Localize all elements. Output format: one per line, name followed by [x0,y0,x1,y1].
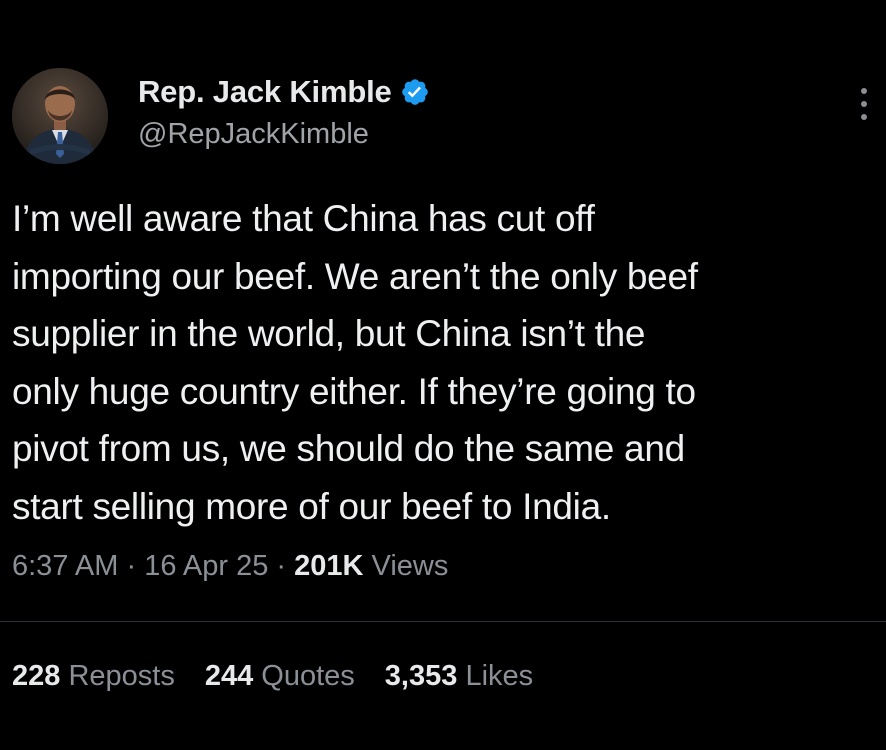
reposts-label: Reposts [68,660,175,692]
name-row: Rep. Jack Kimble [138,72,430,112]
tweet-date[interactable]: 16 Apr 25 [144,550,268,582]
more-options-icon[interactable] [858,88,870,128]
quotes-stat[interactable]: 244 Quotes [205,660,355,693]
tweet-text: I’m well aware that China has cut off im… [12,198,698,527]
meta-separator: · [276,550,287,582]
likes-count: 3,353 [384,660,458,692]
likes-label: Likes [465,660,534,692]
likes-stat[interactable]: 3,353 Likes [385,660,533,693]
quotes-count: 244 [204,660,254,692]
reposts-count: 228 [12,660,61,692]
tweet-card: Rep. Jack Kimble @RepJackKimble I’m well… [0,0,886,750]
engagement-stats: 228 Reposts 244 Quotes 3,353 Likes [12,660,563,693]
author-info: Rep. Jack Kimble @RepJackKimble [138,72,430,151]
tweet-meta: 6:37 AM · 16 Apr 25 · 201K Views [12,550,448,583]
views-count: 201K [294,550,364,582]
avatar[interactable] [12,68,108,164]
verified-badge-icon[interactable] [400,77,430,107]
views-label: Views [371,550,449,582]
avatar-photo [12,68,108,164]
display-name[interactable]: Rep. Jack Kimble [138,74,392,110]
meta-separator: · [126,550,137,582]
reposts-stat[interactable]: 228 Reposts [12,660,175,693]
tweet-time[interactable]: 6:37 AM [12,550,118,582]
user-handle[interactable]: @RepJackKimble [138,118,430,151]
divider [0,621,886,622]
quotes-label: Quotes [261,660,355,692]
